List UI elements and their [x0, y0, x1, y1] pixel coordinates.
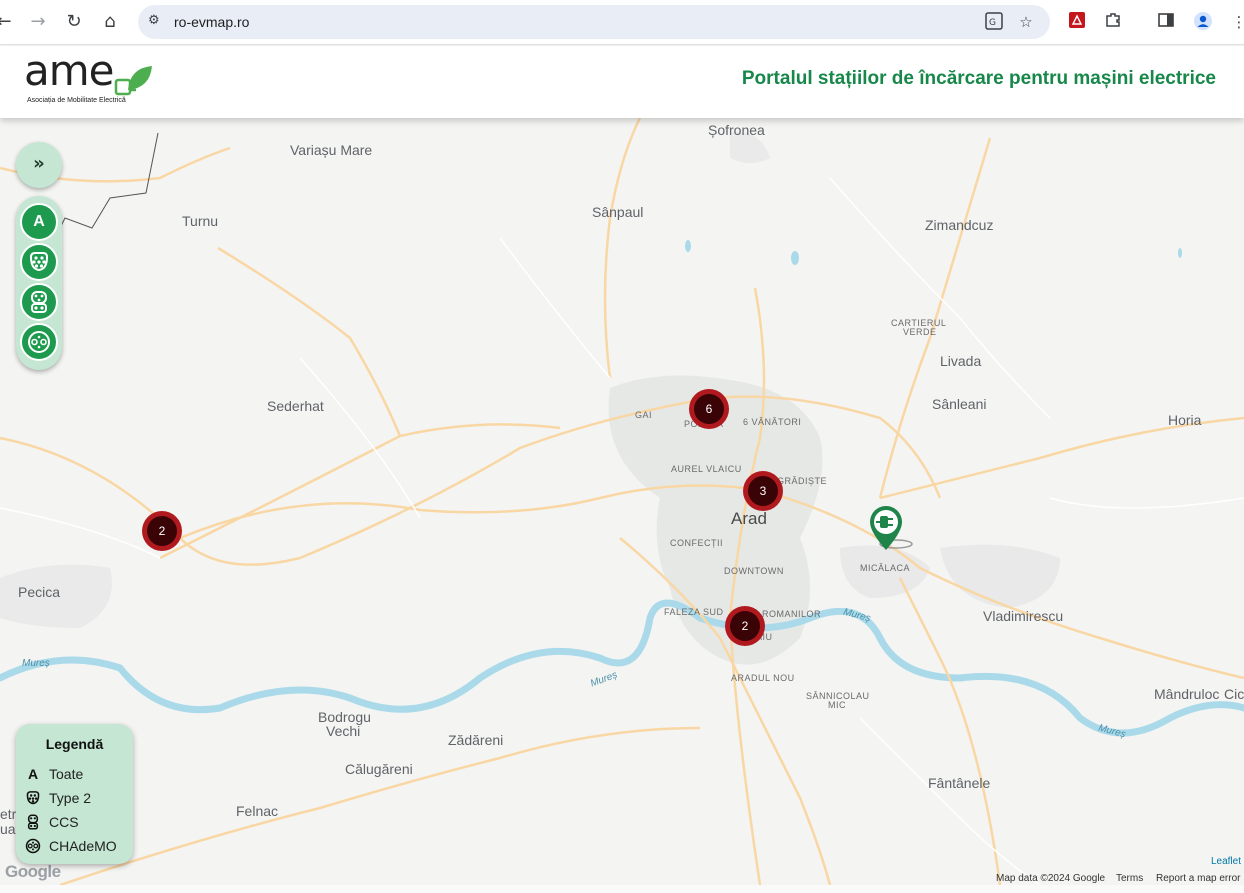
filter-type2-button[interactable]	[20, 243, 58, 281]
station-cluster-marker[interactable]: 3	[743, 471, 783, 511]
station-cluster-marker[interactable]: 2	[142, 511, 182, 551]
chademo-connector-icon	[28, 331, 50, 353]
cluster-count: 2	[730, 611, 760, 641]
place-label: Livada	[940, 353, 982, 369]
ccs-connector-icon	[31, 291, 47, 313]
legend-title: Legendă	[45, 736, 104, 752]
place-label: Sederhat	[267, 398, 324, 414]
place-label: Sânpaul	[592, 204, 644, 220]
cluster-count: 6	[694, 394, 724, 424]
translate-icon[interactable]: G	[984, 12, 1004, 32]
place-label: Zimandcuz	[925, 217, 994, 233]
leaf-plug-icon	[114, 66, 152, 96]
place-label: Turnu	[182, 213, 219, 229]
connector-filter-bar: A	[16, 196, 62, 370]
place-label: VERDE	[903, 327, 937, 337]
arrow-left-icon[interactable]: ←	[0, 10, 16, 34]
page-title: Portalul stațiilor de încărcare pentru m…	[741, 68, 1216, 89]
side-panel-icon[interactable]	[1155, 11, 1177, 33]
address-bar[interactable]: ⚙ ro-evmap.ro G ☆	[138, 5, 1050, 39]
logo-wordmark: ame	[24, 46, 114, 95]
place-label: GAI	[635, 410, 653, 420]
place-label: GRĂDIȘTE	[777, 476, 828, 486]
place-label: ROMANILOR	[762, 609, 822, 619]
place-label: Fântânele	[928, 775, 991, 791]
legend-item-type2: Type 2	[25, 788, 91, 808]
svg-text:G: G	[989, 18, 996, 28]
legend-label: CHAdeMO	[49, 838, 117, 854]
cluster-count: 2	[147, 516, 177, 546]
place-label: DOWNTOWN	[724, 566, 784, 576]
browser-toolbar: ← → ↻ ⌂ ⚙ ro-evmap.ro G ☆ ⋮	[0, 0, 1244, 45]
place-label: Vechi	[326, 723, 361, 739]
type2-connector-icon	[29, 252, 49, 272]
filter-all-button[interactable]: A	[20, 203, 58, 241]
filter-ccs-button[interactable]	[20, 283, 58, 321]
map-data-attribution: Map data ©2024 Google	[996, 873, 1106, 884]
place-label: Arad	[731, 509, 767, 528]
google-logo: Google	[5, 862, 61, 881]
place-label: MIC	[828, 700, 846, 710]
browser-menu-icon[interactable]: ⋮	[1228, 11, 1244, 33]
place-label: Sânleani	[932, 396, 987, 412]
place-label: Variașu Mare	[290, 142, 373, 158]
all-icon: A	[33, 213, 45, 230]
pdf-extension-icon[interactable]	[1066, 11, 1088, 33]
terms-link[interactable]: Terms	[1116, 873, 1143, 884]
legend-label: CCS	[49, 814, 79, 830]
place-label: AUREL VLAICU	[671, 464, 742, 474]
legend-panel: Legendă A Toate Type 2 CCS CHAdeMO	[16, 724, 133, 864]
legend-label: Type 2	[49, 790, 92, 806]
place-label: Mândruloc	[1154, 686, 1220, 702]
all-icon: A	[27, 766, 39, 782]
arrow-right-icon[interactable]: →	[26, 10, 50, 34]
logo-subtitle: Asociația de Mobilitate Electrică	[27, 97, 126, 104]
home-icon[interactable]: ⌂	[98, 10, 122, 34]
place-label: Zădăreni	[448, 732, 504, 748]
site-settings-icon[interactable]: ⚙	[148, 13, 166, 31]
legend-item-ccs: CCS	[25, 812, 79, 832]
place-label: FALEZA SUD	[664, 607, 724, 617]
ccs-connector-icon	[27, 814, 39, 830]
bottom-strip	[0, 885, 1244, 893]
site-header: ame Asociația de Mobilitate Electrică Po…	[0, 46, 1244, 118]
place-label: Șofronea	[708, 122, 765, 138]
bookmark-star-icon[interactable]: ☆	[1016, 12, 1036, 32]
legend-item-chademo: CHAdeMO	[25, 836, 117, 856]
place-label: 6 VÂNĂTORI	[743, 417, 802, 427]
station-cluster-marker[interactable]: 6	[689, 389, 729, 429]
place-label: Horia	[1168, 412, 1202, 428]
place-label: CONFECȚII	[670, 538, 723, 548]
place-label: Călugăreni	[345, 761, 413, 777]
reload-icon[interactable]: ↻	[62, 10, 86, 34]
river-label: Mureș	[22, 658, 50, 669]
place-label: Cic	[1224, 686, 1244, 702]
extensions-puzzle-icon[interactable]	[1102, 11, 1124, 33]
charging-station-pin-icon[interactable]	[866, 504, 914, 556]
report-map-error-link[interactable]: Report a map error	[1156, 873, 1240, 884]
url-text[interactable]: ro-evmap.ro	[174, 14, 249, 30]
cluster-count: 3	[748, 476, 778, 506]
place-label: ARADUL NOU	[731, 673, 795, 683]
legend-label: Toate	[49, 766, 84, 782]
type2-connector-icon	[26, 791, 40, 805]
map-base-layer	[0, 118, 1244, 885]
ame-logo[interactable]: ame Asociația de Mobilitate Electrică	[24, 46, 164, 112]
place-label: Vladimirescu	[983, 608, 1064, 624]
station-cluster-marker[interactable]: 2	[725, 606, 765, 646]
profile-avatar-icon[interactable]	[1192, 11, 1214, 33]
place-label: Pecica	[18, 584, 61, 600]
map-view[interactable]: Variașu Mare Turnu Sânpaul Zimandcuz Sed…	[0, 118, 1244, 885]
leaflet-attribution-link[interactable]: Leaflet	[1211, 856, 1241, 867]
expand-panel-button[interactable]: »	[16, 142, 62, 188]
place-label: MICĂLACA	[860, 563, 911, 573]
place-label: Felnac	[236, 803, 279, 819]
legend-item-all: A Toate	[25, 764, 83, 784]
filter-chademo-button[interactable]	[20, 323, 58, 361]
chademo-connector-icon	[25, 838, 41, 854]
